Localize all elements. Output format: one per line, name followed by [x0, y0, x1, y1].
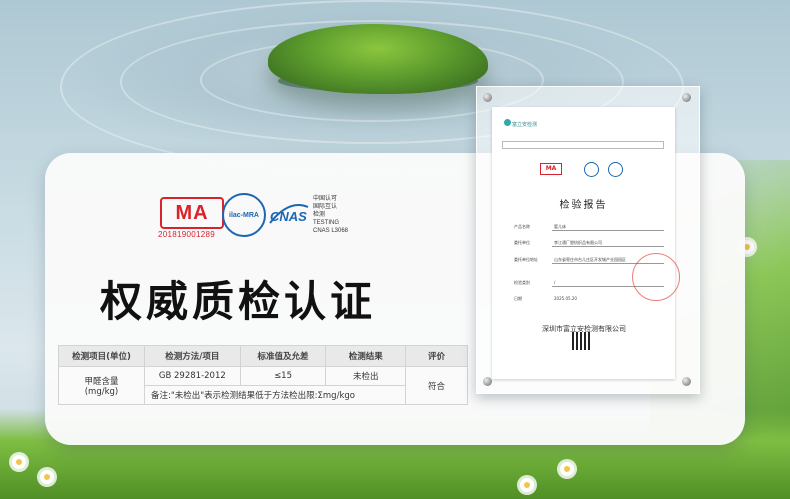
screw-icon	[682, 93, 691, 102]
screw-icon	[483, 377, 492, 386]
table-cell-method: GB 29281-2012	[143, 366, 241, 386]
report-field-label: 产品名称	[514, 224, 530, 229]
daisy-flower	[520, 478, 534, 492]
screw-icon	[483, 93, 492, 102]
certification-logos: MA 201819001289 ilac-MRA CNAS 中国认可 国际互认 …	[158, 193, 360, 243]
report-title: 检验报告	[559, 200, 608, 211]
table-cell-evaluation: 符合	[405, 366, 468, 405]
report-field-label: 日期	[514, 296, 522, 301]
ilac-mini-logo	[584, 162, 599, 177]
svg-text:CNAS: CNAS	[270, 209, 307, 224]
report-field-value: /	[554, 280, 556, 285]
table-row: 甲醛含量 (mg/kg) GB 29281-2012 ≤15 未检出 符合	[58, 366, 468, 405]
table-header: 检测方法/项目	[143, 345, 241, 367]
report-field-value: 2025.05.20	[554, 296, 577, 301]
cnas-swoosh-icon: CNAS	[269, 204, 309, 224]
cnas-logo: CNAS	[266, 197, 312, 231]
report-header-bar	[502, 141, 664, 149]
inspection-report-document: 富立安检测 MA 检验报告 产品名称 婴儿床 委托单位 李江通厂塑纺织品有限公司…	[492, 107, 680, 379]
lab-logo-icon	[504, 119, 511, 126]
table-cell-result: 未检出	[325, 366, 406, 386]
page-title: 权威质检认证	[100, 277, 377, 326]
report-field-label: 委托单位地址	[514, 257, 538, 262]
cnas-text: 中国认可 国际互认 检测 TESTING CNAS L3068	[313, 196, 349, 234]
screw-icon	[682, 377, 691, 386]
table-note: 备注:"未检出"表示检测结果低于方法检出限:Σmg/kgo	[143, 385, 407, 405]
lab-name: 富立安检测	[512, 122, 538, 128]
table-cell-item: 甲醛含量 (mg/kg)	[58, 366, 145, 405]
cma-mini-logo: MA	[540, 163, 562, 175]
table-header-row: 检测项目(单位) 检测方法/项目 标准值及允差 检测结果 评价	[58, 345, 468, 367]
table-header: 标准值及允差	[239, 345, 327, 367]
daisy-flower	[12, 455, 26, 469]
red-stamp	[632, 253, 680, 301]
report-field-line	[552, 246, 664, 247]
qr-code-icon	[572, 332, 590, 350]
table-cell-standard: ≤15	[239, 366, 327, 386]
test-result-table: 检测项目(单位) 检测方法/项目 标准值及允差 检测结果 评价 甲醛含量 (mg…	[58, 345, 468, 405]
daisy-flower	[560, 462, 574, 476]
ilac-mra-logo: ilac-MRA	[222, 193, 266, 237]
cma-number: 201819001289	[158, 230, 215, 239]
daisy-flower	[40, 470, 54, 484]
report-field-label: 检验类别	[514, 280, 530, 285]
table-header: 评价	[405, 345, 468, 367]
report-field-line	[552, 230, 664, 231]
report-field-label: 委托单位	[514, 240, 530, 245]
table-header: 检测结果	[325, 345, 406, 367]
cnas-mini-logo	[608, 162, 623, 177]
cma-logo: MA	[160, 197, 224, 229]
table-header: 检测项目(单位)	[58, 345, 145, 367]
